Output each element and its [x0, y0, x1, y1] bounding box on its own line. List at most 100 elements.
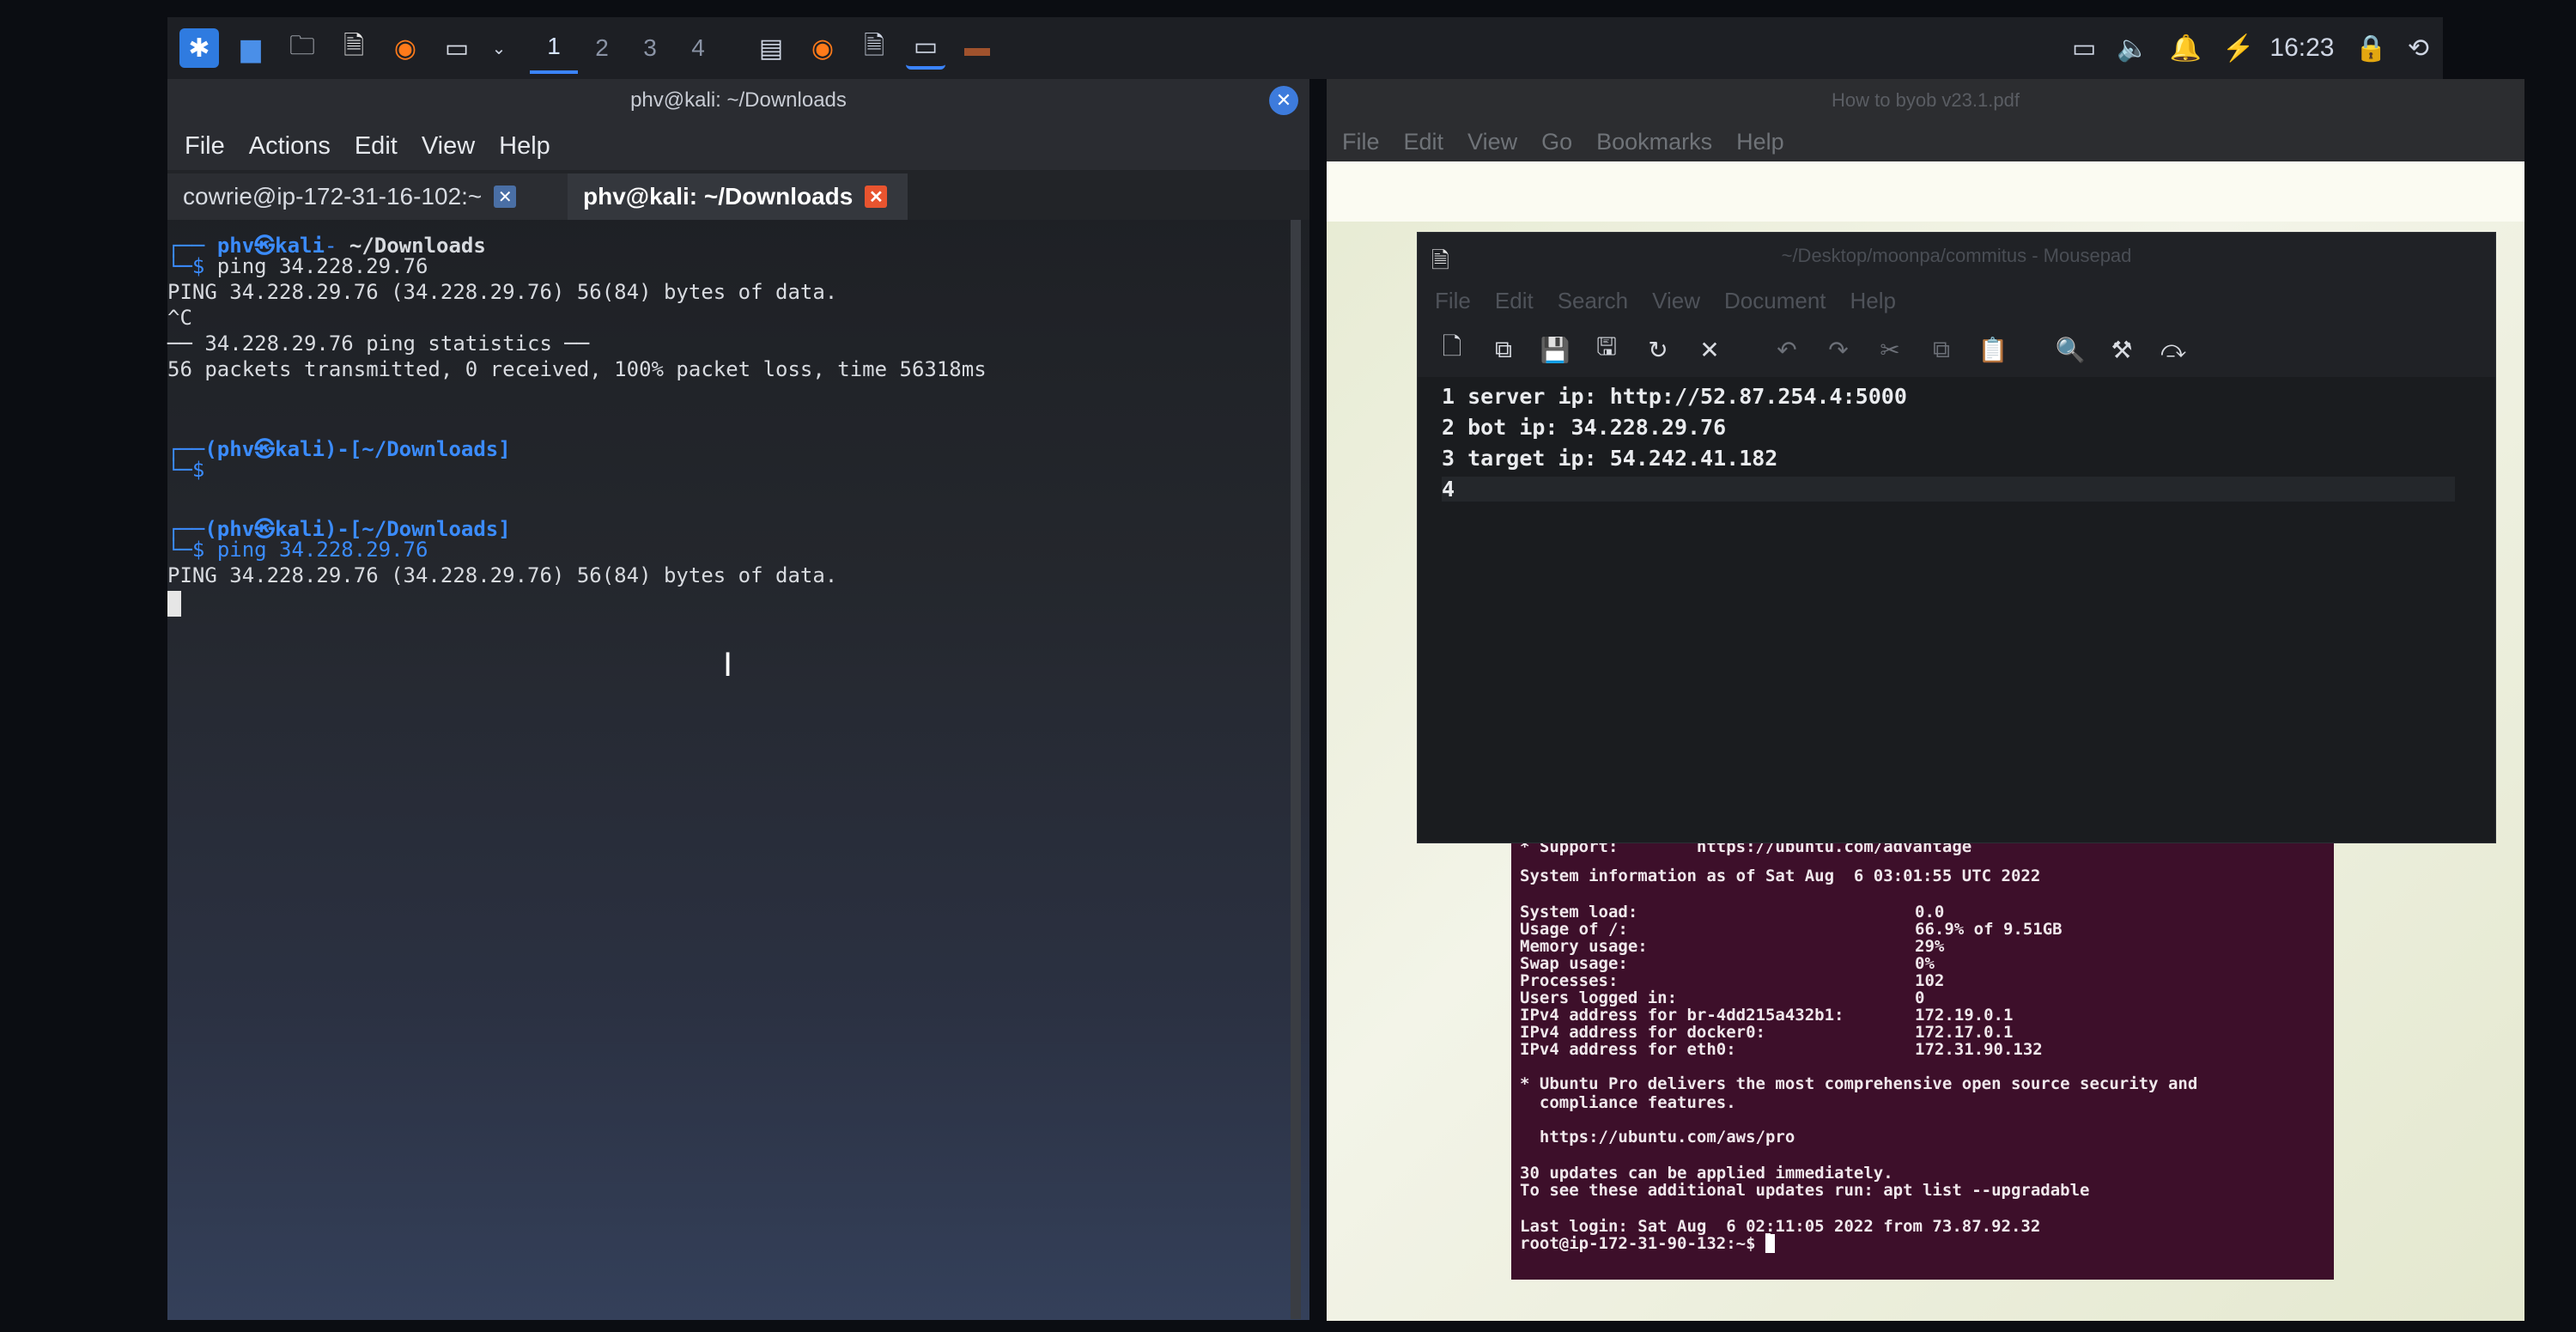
- file-manager-icon[interactable]: 🗀: [283, 28, 322, 68]
- tab-label: phv@kali: ~/Downloads: [583, 183, 854, 210]
- ubuntu-stat-value: 66.9% of 9.51GB: [1915, 920, 2063, 939]
- ubuntu-line: To see these additional updates run: apt…: [1520, 1181, 2090, 1200]
- editor-line: 1 server ip: http://52.87.254.4:5000: [1442, 384, 1907, 409]
- firefox-task-icon[interactable]: ◉: [803, 28, 842, 68]
- volume-icon[interactable]: 🔈: [2117, 33, 2148, 64]
- menu-edit[interactable]: Edit: [355, 132, 398, 161]
- pdf-page-strip: [1327, 161, 2524, 222]
- paste-icon[interactable]: 📋: [1976, 332, 2010, 367]
- ubuntu-stat-key: System load:: [1520, 903, 1638, 921]
- search-icon[interactable]: 🔍: [2053, 332, 2087, 367]
- workspace-3[interactable]: 3: [626, 24, 674, 72]
- workspace-1[interactable]: 1: [530, 22, 578, 74]
- new-document-icon[interactable]: 🗋: [1435, 332, 1469, 367]
- ubuntu-stat-key: Swap usage:: [1520, 954, 1628, 973]
- kali-menu-icon[interactable]: ✱: [179, 28, 219, 68]
- workspace-4[interactable]: 4: [674, 24, 722, 72]
- pdf-menu-edit[interactable]: Edit: [1404, 129, 1444, 155]
- menu-help[interactable]: Help: [499, 132, 550, 161]
- ubuntu-stat-value: 0.0: [1915, 903, 1945, 921]
- reload-icon[interactable]: ↻: [1641, 332, 1675, 367]
- notification-bell-icon[interactable]: 🔔: [2170, 33, 2202, 64]
- redo-icon[interactable]: ↷: [1821, 332, 1856, 367]
- ubuntu-stat-value: 172.31.90.132: [1915, 1040, 2043, 1059]
- terminal-line: PING 34.228.29.76 (34.228.29.76) 56(84) …: [167, 563, 838, 587]
- terminal-command: └─$ ping 34.228.29.76: [167, 538, 428, 562]
- terminal-tab-bar: cowrie@ip-172-31-16-102:~ ✕ phv@kali: ~/…: [167, 170, 1309, 220]
- mp-menu-edit[interactable]: Edit: [1495, 288, 1534, 314]
- ubuntu-line: 30 updates can be applied immediately.: [1520, 1164, 1893, 1183]
- firefox-icon[interactable]: ◉: [386, 28, 425, 68]
- pdf-menu-bookmarks[interactable]: Bookmarks: [1596, 129, 1712, 155]
- ubuntu-stat-value: 172.17.0.1: [1915, 1023, 2014, 1042]
- package-task-icon[interactable]: ▬: [957, 28, 997, 68]
- mousepad-task-icon[interactable]: 🗎: [854, 28, 894, 68]
- menu-file[interactable]: File: [185, 132, 225, 161]
- clock[interactable]: 16:23: [2269, 33, 2334, 63]
- terminal-prompt-symbol: └─$: [167, 458, 205, 482]
- close-tab-icon[interactable]: ✕: [865, 186, 888, 208]
- mp-menu-search[interactable]: Search: [1558, 288, 1628, 314]
- display-icon[interactable]: ▭: [2072, 33, 2096, 64]
- mousepad-toolbar: 🗋 ⧉ 💾 🖫 ↻ ✕ ↶ ↷ ✂ ⧉ 📋 🔍 ⚒ ⤼: [1418, 322, 2495, 377]
- editor-line: 3 target ip: 54.242.41.182: [1442, 446, 1778, 471]
- copy-icon[interactable]: ⧉: [1924, 332, 1959, 367]
- menu-actions[interactable]: Actions: [249, 132, 331, 161]
- tab-kali-downloads[interactable]: phv@kali: ~/Downloads ✕: [568, 173, 908, 220]
- mousepad-menu-bar: File Edit Search View Document Help: [1418, 279, 2495, 322]
- chevron-down-icon[interactable]: ⌄: [489, 28, 509, 68]
- ubuntu-stat-key: Processes:: [1520, 971, 1619, 990]
- ubuntu-line: * Ubuntu Pro delivers the most comprehen…: [1520, 1074, 2198, 1093]
- terminal-line: ── 34.228.29.76 ping statistics ──: [167, 331, 590, 356]
- text-cursor: [167, 591, 181, 617]
- mp-menu-help[interactable]: Help: [1850, 288, 1896, 314]
- mousepad-text-area[interactable]: 1 server ip: http://52.87.254.4:5000 2 b…: [1418, 377, 2495, 841]
- terminal-scrollbar[interactable]: [1291, 220, 1301, 1319]
- pdf-menu-help[interactable]: Help: [1736, 129, 1784, 155]
- show-desktop-icon[interactable]: ▆: [231, 28, 270, 68]
- cut-icon[interactable]: ✂: [1873, 332, 1907, 367]
- logout-icon[interactable]: ⟲: [2408, 33, 2429, 64]
- close-icon[interactable]: ✕: [1692, 332, 1727, 367]
- mp-menu-file[interactable]: File: [1435, 288, 1471, 314]
- ubuntu-stat-key: Users logged in:: [1520, 988, 1678, 1007]
- new-window-icon[interactable]: ⧉: [1486, 332, 1521, 367]
- mousepad-app-icon: 🗎: [1431, 247, 1449, 273]
- mousepad-window: ~/Desktop/moonpa/commitus - Mousepad 🗎 F…: [1417, 232, 2496, 843]
- power-icon[interactable]: ⚡: [2222, 33, 2254, 64]
- ubuntu-stat-key: IPv4 address for br-4dd215a432b1:: [1520, 1006, 1844, 1025]
- pdf-menu-file[interactable]: File: [1342, 129, 1380, 155]
- editor-line: 2 bot ip: 34.228.29.76: [1442, 415, 1727, 440]
- ubuntu-stat-value: 29%: [1915, 937, 1945, 956]
- save-icon[interactable]: 💾: [1538, 332, 1572, 367]
- close-icon[interactable]: ✕: [1269, 86, 1298, 115]
- mouse-ibeam-cursor-icon: I: [723, 646, 733, 684]
- terminal-prompt: ┌──(phv㉿kali)-[~/Downloads]: [167, 437, 511, 461]
- text-editor-icon[interactable]: 🗎: [334, 28, 374, 68]
- ubuntu-stat-value: 172.19.0.1: [1915, 1006, 2014, 1025]
- workspace-2[interactable]: 2: [578, 24, 626, 72]
- lock-icon[interactable]: 🔒: [2355, 33, 2387, 64]
- close-tab-icon[interactable]: ✕: [494, 186, 517, 208]
- terminal-icon[interactable]: ▭: [437, 28, 477, 68]
- editor-line-current: 4: [1442, 477, 2455, 502]
- window-title: phv@kali: ~/Downloads: [630, 88, 847, 112]
- pdf-menu-view[interactable]: View: [1467, 129, 1517, 155]
- tab-cowrie[interactable]: cowrie@ip-172-31-16-102:~ ✕: [167, 173, 568, 220]
- go-to-line-icon[interactable]: ⤼: [2156, 332, 2190, 367]
- terminal-task-icon[interactable]: ▭: [906, 27, 945, 70]
- undo-icon[interactable]: ↶: [1770, 332, 1804, 367]
- document-viewer-task-icon[interactable]: ▤: [751, 28, 791, 68]
- menu-view[interactable]: View: [422, 132, 475, 161]
- mp-menu-view[interactable]: View: [1652, 288, 1700, 314]
- ubuntu-terminal-image: * Support: https://ubuntu.com/advantage …: [1511, 837, 2334, 1280]
- mp-menu-document[interactable]: Document: [1724, 288, 1826, 314]
- terminal-output[interactable]: ┌── phv㉿kali- ~/Downloads └─$ ping 34.22…: [167, 220, 1292, 1319]
- pdf-title: How to byob v23.1.pdf: [1832, 89, 2020, 111]
- pdf-menu-go[interactable]: Go: [1541, 129, 1572, 155]
- ubuntu-stat-key: IPv4 address for eth0:: [1520, 1040, 1736, 1059]
- save-as-icon[interactable]: 🖫: [1589, 332, 1624, 367]
- tab-label: cowrie@ip-172-31-16-102:~: [183, 183, 483, 210]
- find-replace-icon[interactable]: ⚒: [2105, 332, 2139, 367]
- ubuntu-stat-value: 0%: [1915, 954, 1935, 973]
